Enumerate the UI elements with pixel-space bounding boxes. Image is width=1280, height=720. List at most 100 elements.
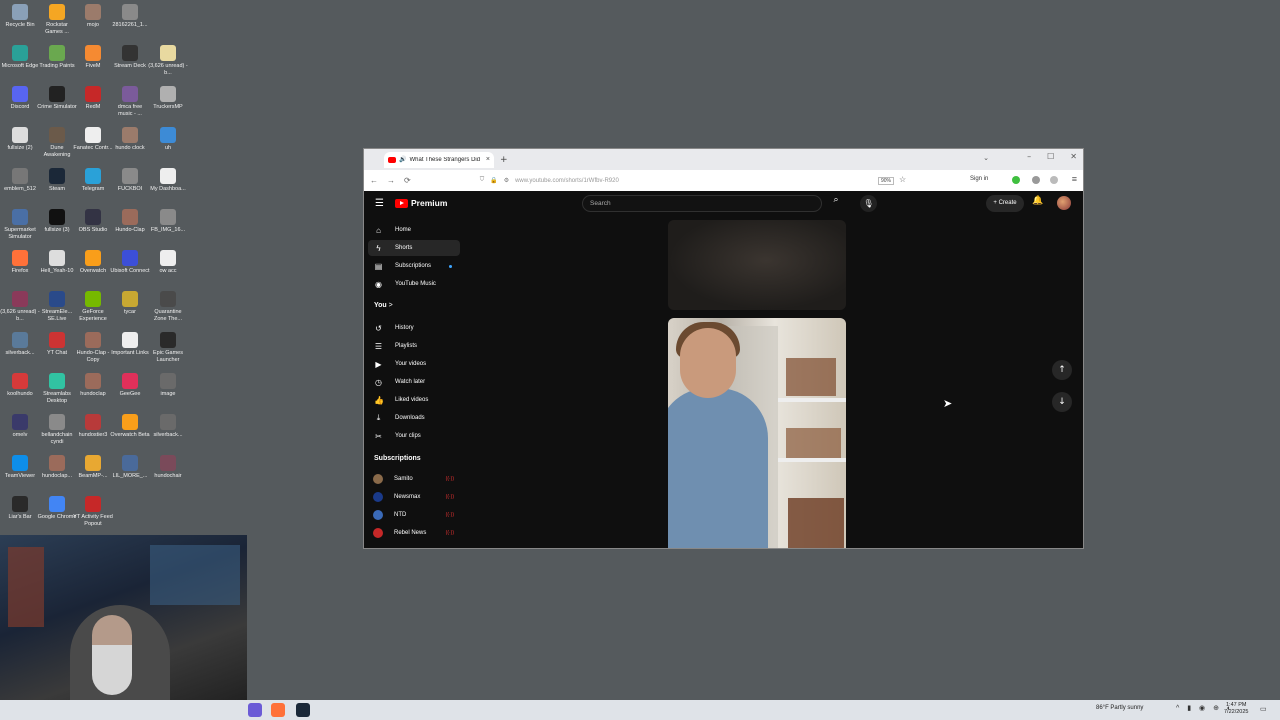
bookmark-star-icon[interactable]: ☆ (899, 175, 906, 184)
desktop-icon[interactable]: silverback... (0, 332, 40, 357)
browser-tab[interactable]: 🔊 What These Strangers Did × (384, 151, 494, 168)
zoom-level[interactable]: 90% (878, 177, 895, 185)
desktop-icon[interactable]: OBS Studio (73, 209, 113, 234)
desktop-icon[interactable]: ow acc (148, 250, 188, 275)
extensions-puzzle-icon[interactable] (1050, 176, 1058, 184)
desktop-icon[interactable]: Google Chrome (37, 496, 77, 521)
notification-bell-icon[interactable]: 🔔 (1032, 196, 1043, 206)
desktop-icon[interactable]: TruckersMP (148, 86, 188, 111)
desktop-icon[interactable]: bellandchain cyndi (37, 414, 77, 445)
sidebar-item-watch-later[interactable]: ◷ Watch later (368, 374, 460, 390)
lock-icon[interactable]: 🔒 (490, 177, 497, 184)
desktop-icon[interactable]: image (148, 373, 188, 398)
browser-menu-icon[interactable]: ≡ (1072, 174, 1077, 184)
desktop-icon[interactable]: StreamEle... SE.Live (37, 291, 77, 322)
short-video-player[interactable] (668, 318, 846, 548)
sidebar-item-shorts[interactable]: ϟ Shorts (368, 240, 460, 256)
desktop-icon[interactable]: hundoclap... (37, 455, 77, 480)
speaker-icon[interactable]: 🔊 (399, 156, 406, 163)
desktop-icon[interactable]: Discord (0, 86, 40, 111)
sidebar-item-youtube-music[interactable]: ◉ YouTube Music (368, 276, 460, 292)
avatar[interactable] (1057, 196, 1071, 210)
previous-short-button[interactable]: ↑ (1052, 360, 1072, 380)
tab-list-dropdown-icon[interactable]: ⌄ (983, 154, 989, 162)
taskbar-clock[interactable]: 1:47 PM 7/22/2025 (1224, 702, 1248, 716)
desktop-icon[interactable]: silverback... (148, 414, 188, 439)
desktop-icon[interactable]: fullsize (2) (0, 127, 40, 152)
desktop-icon[interactable]: FiveM (73, 45, 113, 70)
desktop-icon[interactable]: tycar (110, 291, 150, 316)
sidebar-item-your-videos[interactable]: ▶ Your videos (368, 356, 460, 372)
desktop-icon[interactable]: emblem_512 (0, 168, 40, 193)
desktop-icon[interactable]: TeamViewer (0, 455, 40, 480)
reload-button[interactable]: ⟳ (404, 176, 411, 185)
sidebar-item-history[interactable]: ↺ History (368, 320, 460, 336)
desktop-icon[interactable]: (3,626 unread) - b... (148, 45, 188, 76)
subscription-item[interactable]: Samito ((·)) (368, 471, 460, 487)
sidebar-item-subscriptions[interactable]: ▤ Subscriptions (368, 258, 460, 274)
desktop-icon[interactable]: Hundo-Clap - Copy (73, 332, 113, 363)
desktop-icon[interactable]: Quarantine Zone The... (148, 291, 188, 322)
desktop-icon[interactable]: GeForce Experience (73, 291, 113, 322)
desktop-icon[interactable]: hundo clock (110, 127, 150, 152)
extension-green-icon[interactable] (1012, 176, 1020, 184)
desktop-icon[interactable]: hundochair (148, 455, 188, 480)
create-button[interactable]: + Create (986, 195, 1024, 212)
desktop-icon[interactable]: Overwatch (73, 250, 113, 275)
maximize-button[interactable]: ☐ (1047, 152, 1054, 161)
tab-close-icon[interactable]: × (486, 156, 490, 163)
desktop-icon[interactable]: RedM (73, 86, 113, 111)
subscription-item[interactable]: Rebel News ((·)) (368, 525, 460, 541)
notification-center-icon[interactable]: ▭ (1260, 705, 1267, 713)
desktop-icon[interactable]: Crime Simulator (37, 86, 77, 111)
desktop-icon[interactable]: Rockstar Games ... (37, 4, 77, 35)
desktop-icon[interactable]: Supermarket Simulator (0, 209, 40, 240)
taskbar-firefox-icon[interactable] (271, 703, 285, 717)
desktop-icon[interactable]: (3,626 unread) - b... (0, 291, 40, 322)
desktop-icon[interactable]: 28162261_1... (110, 4, 150, 29)
sidebar-item-home[interactable]: ⌂ Home (368, 222, 460, 238)
subscription-item[interactable]: NTD ((·)) (368, 507, 460, 523)
desktop-icon[interactable]: Stream Deck (110, 45, 150, 70)
site-permissions-icon[interactable]: ⚙ (504, 177, 509, 184)
new-tab-button[interactable]: + (500, 155, 508, 165)
desktop-icon[interactable]: omelv (0, 414, 40, 439)
desktop-icon[interactable]: GeeGee (110, 373, 150, 398)
desktop-icon[interactable]: fullsize (3) (37, 209, 77, 234)
desktop-icon[interactable]: koolhundo (0, 373, 40, 398)
subscription-item[interactable]: Newsmax ((·)) (368, 489, 460, 505)
next-short-button[interactable]: ↓ (1052, 392, 1072, 412)
url-text[interactable]: www.youtube.com/shorts/1rWfbv-R920 (515, 178, 619, 184)
desktop-icon[interactable]: Steam (37, 168, 77, 193)
forward-button[interactable]: → (387, 176, 395, 185)
desktop-icon[interactable]: LIL_MORE_... (110, 455, 150, 480)
desktop-icon[interactable]: Telegram (73, 168, 113, 193)
desktop-icon[interactable]: hundoclap (73, 373, 113, 398)
desktop-icon[interactable]: dmca free music - ... (110, 86, 150, 117)
desktop-icon[interactable]: mojo (73, 4, 113, 29)
weather-widget[interactable]: 86°F Partly sunny (1096, 705, 1143, 711)
search-input[interactable]: Search (582, 195, 822, 212)
taskbar-app-1-icon[interactable] (248, 703, 262, 717)
desktop-icon[interactable]: YT Chat (37, 332, 77, 357)
desktop-icon[interactable]: Fanatec Contr... (73, 127, 113, 152)
previous-short-thumbnail[interactable] (668, 220, 846, 310)
taskbar-steam-icon[interactable] (296, 703, 310, 717)
youtube-premium-logo[interactable]: Premium (395, 198, 447, 208)
desktop-icon[interactable]: Important Links (110, 332, 150, 357)
desktop-icon[interactable]: Epic Games Launcher (148, 332, 188, 363)
microphone-icon[interactable]: 🎙 (860, 195, 877, 212)
you-section-heading[interactable]: You > (374, 302, 393, 309)
desktop-icon[interactable]: FUCKBOI (110, 168, 150, 193)
minimize-button[interactable]: – (1027, 152, 1031, 161)
search-icon[interactable]: ⌕ (824, 195, 848, 212)
sidebar-item-downloads[interactable]: ⤓ Downloads (368, 410, 460, 426)
desktop-icon[interactable]: Liar's Bar (0, 496, 40, 521)
desktop-icon[interactable]: My Dashboa... (148, 168, 188, 193)
desktop-icon[interactable]: Ubisoft Connect (110, 250, 150, 275)
hamburger-menu-icon[interactable]: ☰ (375, 198, 384, 209)
desktop-icon[interactable]: FB_IMG_16... (148, 209, 188, 234)
desktop-icon[interactable]: Hundo-Clap (110, 209, 150, 234)
desktop-icon[interactable]: BeamMP-... (73, 455, 113, 480)
sign-in-button[interactable]: Sign in (970, 176, 988, 182)
